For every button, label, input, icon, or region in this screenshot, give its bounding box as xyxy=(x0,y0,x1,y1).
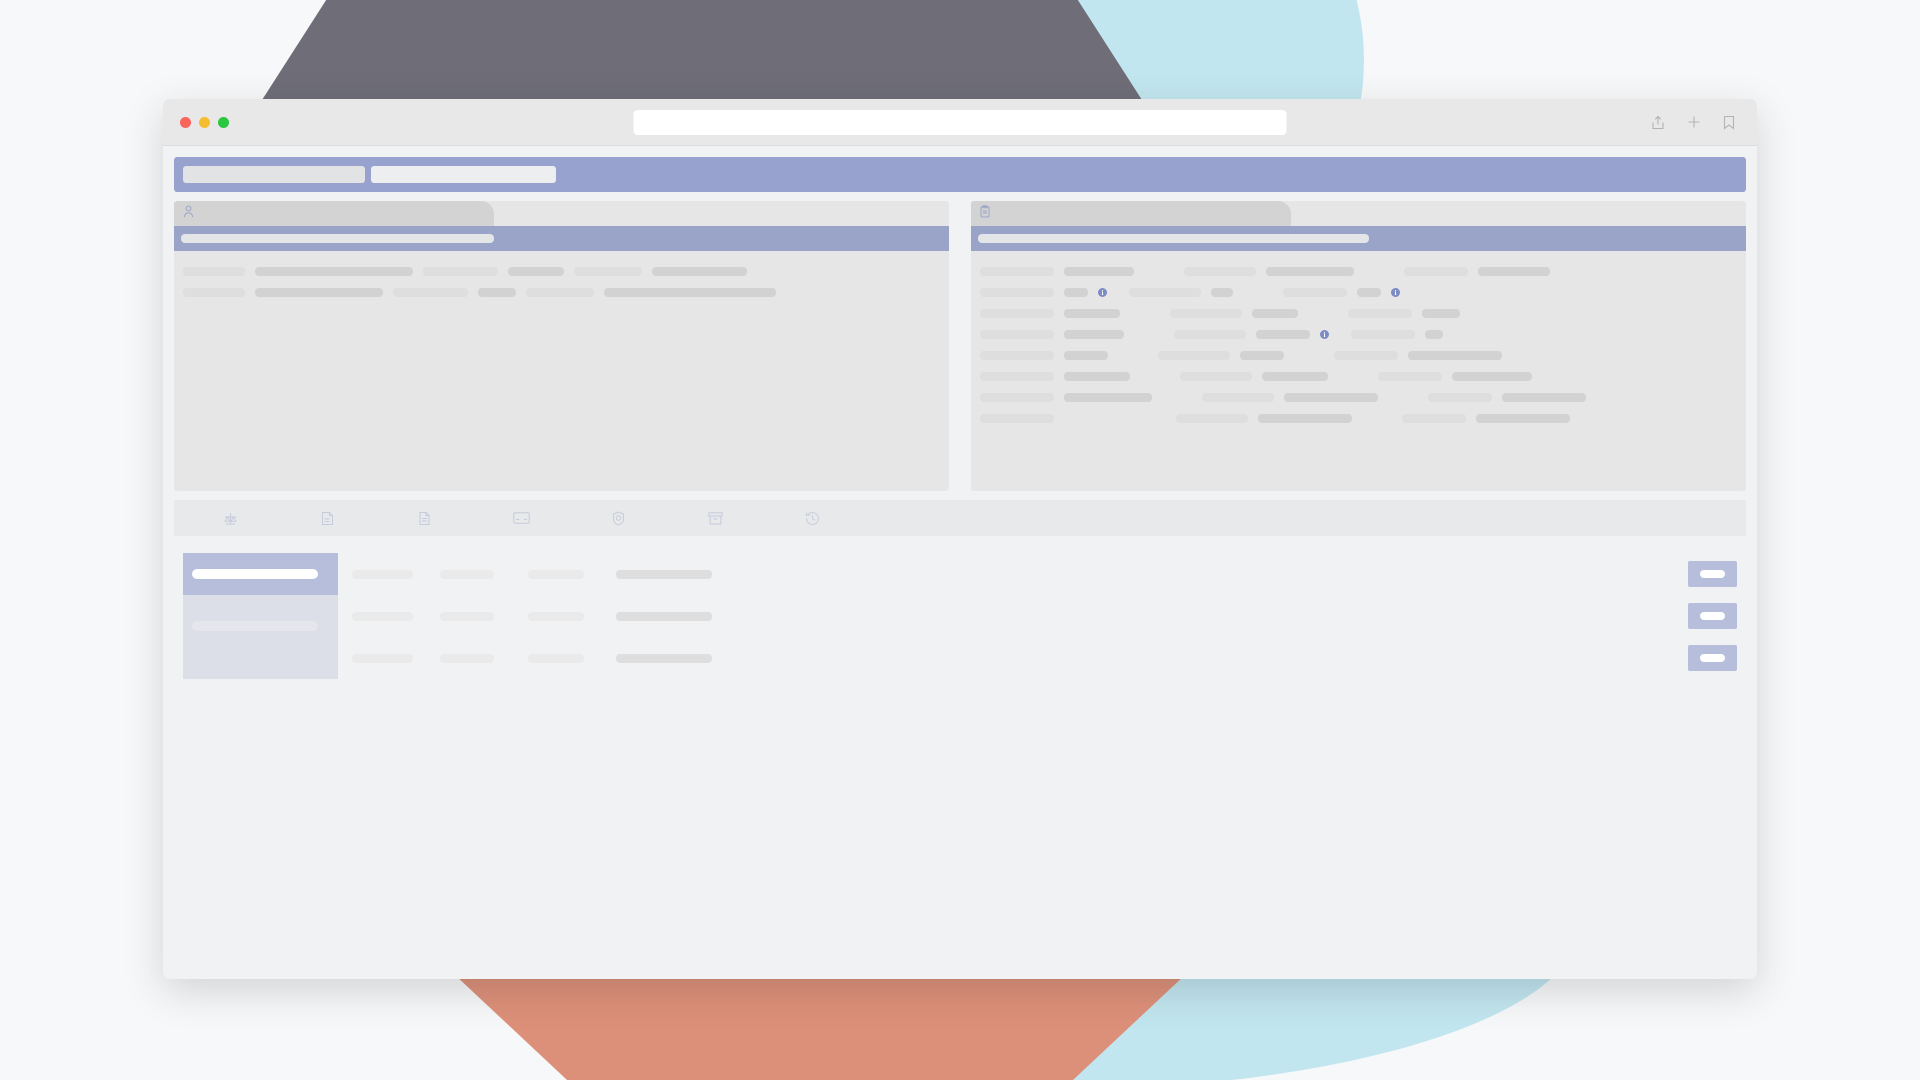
header-placeholder xyxy=(181,234,494,243)
list-item-primary xyxy=(183,595,338,637)
list-item[interactable] xyxy=(183,553,1737,595)
list-cell xyxy=(514,611,602,621)
clipboard-icon xyxy=(980,204,990,223)
skeleton-row: i i xyxy=(980,282,1737,303)
list-cell xyxy=(514,653,602,663)
content-panels: i i i xyxy=(174,201,1746,491)
skeleton-row xyxy=(183,282,940,303)
share-icon[interactable] xyxy=(1651,115,1665,130)
list-cell xyxy=(426,569,514,579)
nav-placeholder-primary xyxy=(183,166,365,183)
skeleton-row xyxy=(980,366,1737,387)
shield-icon[interactable] xyxy=(570,510,667,526)
info-badge[interactable]: i xyxy=(1391,288,1400,297)
close-window-button[interactable] xyxy=(180,116,191,128)
panel-records-header xyxy=(971,226,1746,251)
list-cell xyxy=(338,611,426,621)
list-item-primary xyxy=(183,637,338,679)
list-cell xyxy=(602,611,747,621)
address-bar[interactable] xyxy=(633,109,1287,135)
skeleton-row xyxy=(980,303,1737,324)
panel-patient-header xyxy=(174,226,949,251)
list-action-button[interactable] xyxy=(1688,561,1737,587)
list-cell xyxy=(514,569,602,579)
document-edit-icon[interactable] xyxy=(279,511,376,526)
document-icon[interactable] xyxy=(376,511,473,526)
nav-placeholder-secondary xyxy=(371,166,556,183)
list-cell xyxy=(338,569,426,579)
record-list xyxy=(174,536,1746,679)
app-toolbar xyxy=(174,500,1746,536)
bottom-pane: SALUCRO® Patient Info xyxy=(174,500,1746,890)
browser-toolbar-icons xyxy=(1651,115,1735,130)
browser-titlebar xyxy=(163,99,1757,146)
panel-records-rows: i i i xyxy=(980,261,1737,429)
minimize-window-button[interactable] xyxy=(199,116,210,128)
panel-records: i i i xyxy=(971,201,1746,491)
skeleton-row xyxy=(980,261,1737,282)
list-action-button[interactable] xyxy=(1688,603,1737,629)
new-tab-icon[interactable] xyxy=(1687,115,1701,129)
list-cell xyxy=(602,653,747,663)
panel-patient xyxy=(174,201,949,491)
browser-window: i i i xyxy=(163,99,1757,979)
window-controls xyxy=(180,116,229,128)
person-icon xyxy=(183,205,194,223)
archive-icon[interactable] xyxy=(667,511,764,525)
list-cell xyxy=(426,611,514,621)
skeleton-row: i xyxy=(980,324,1737,345)
skeleton-row xyxy=(980,345,1737,366)
info-badge[interactable]: i xyxy=(1098,288,1107,297)
panel-patient-tab[interactable] xyxy=(174,201,494,226)
list-item[interactable] xyxy=(183,595,1737,637)
info-badge[interactable]: i xyxy=(1320,330,1329,339)
app-navigation-bar xyxy=(174,157,1746,192)
skeleton-row xyxy=(980,387,1737,408)
scales-icon[interactable] xyxy=(182,511,279,526)
list-cell xyxy=(426,653,514,663)
list-cell xyxy=(338,653,426,663)
maximize-window-button[interactable] xyxy=(218,116,229,128)
decor-trapezoid-bottom xyxy=(455,975,1185,1080)
list-cell xyxy=(602,569,747,579)
credit-card-icon[interactable] xyxy=(473,512,570,524)
list-item[interactable] xyxy=(183,637,1737,679)
skeleton-row xyxy=(980,408,1737,429)
list-item-primary-selected xyxy=(183,553,338,595)
panel-records-tab[interactable] xyxy=(971,201,1291,226)
decor-trapezoid-top xyxy=(262,0,1142,100)
header-placeholder xyxy=(978,234,1369,243)
bookmark-icon[interactable] xyxy=(1723,115,1735,130)
history-icon[interactable] xyxy=(764,511,861,526)
skeleton-row xyxy=(183,261,940,282)
panel-patient-rows xyxy=(183,261,940,303)
list-action-button[interactable] xyxy=(1688,645,1737,671)
